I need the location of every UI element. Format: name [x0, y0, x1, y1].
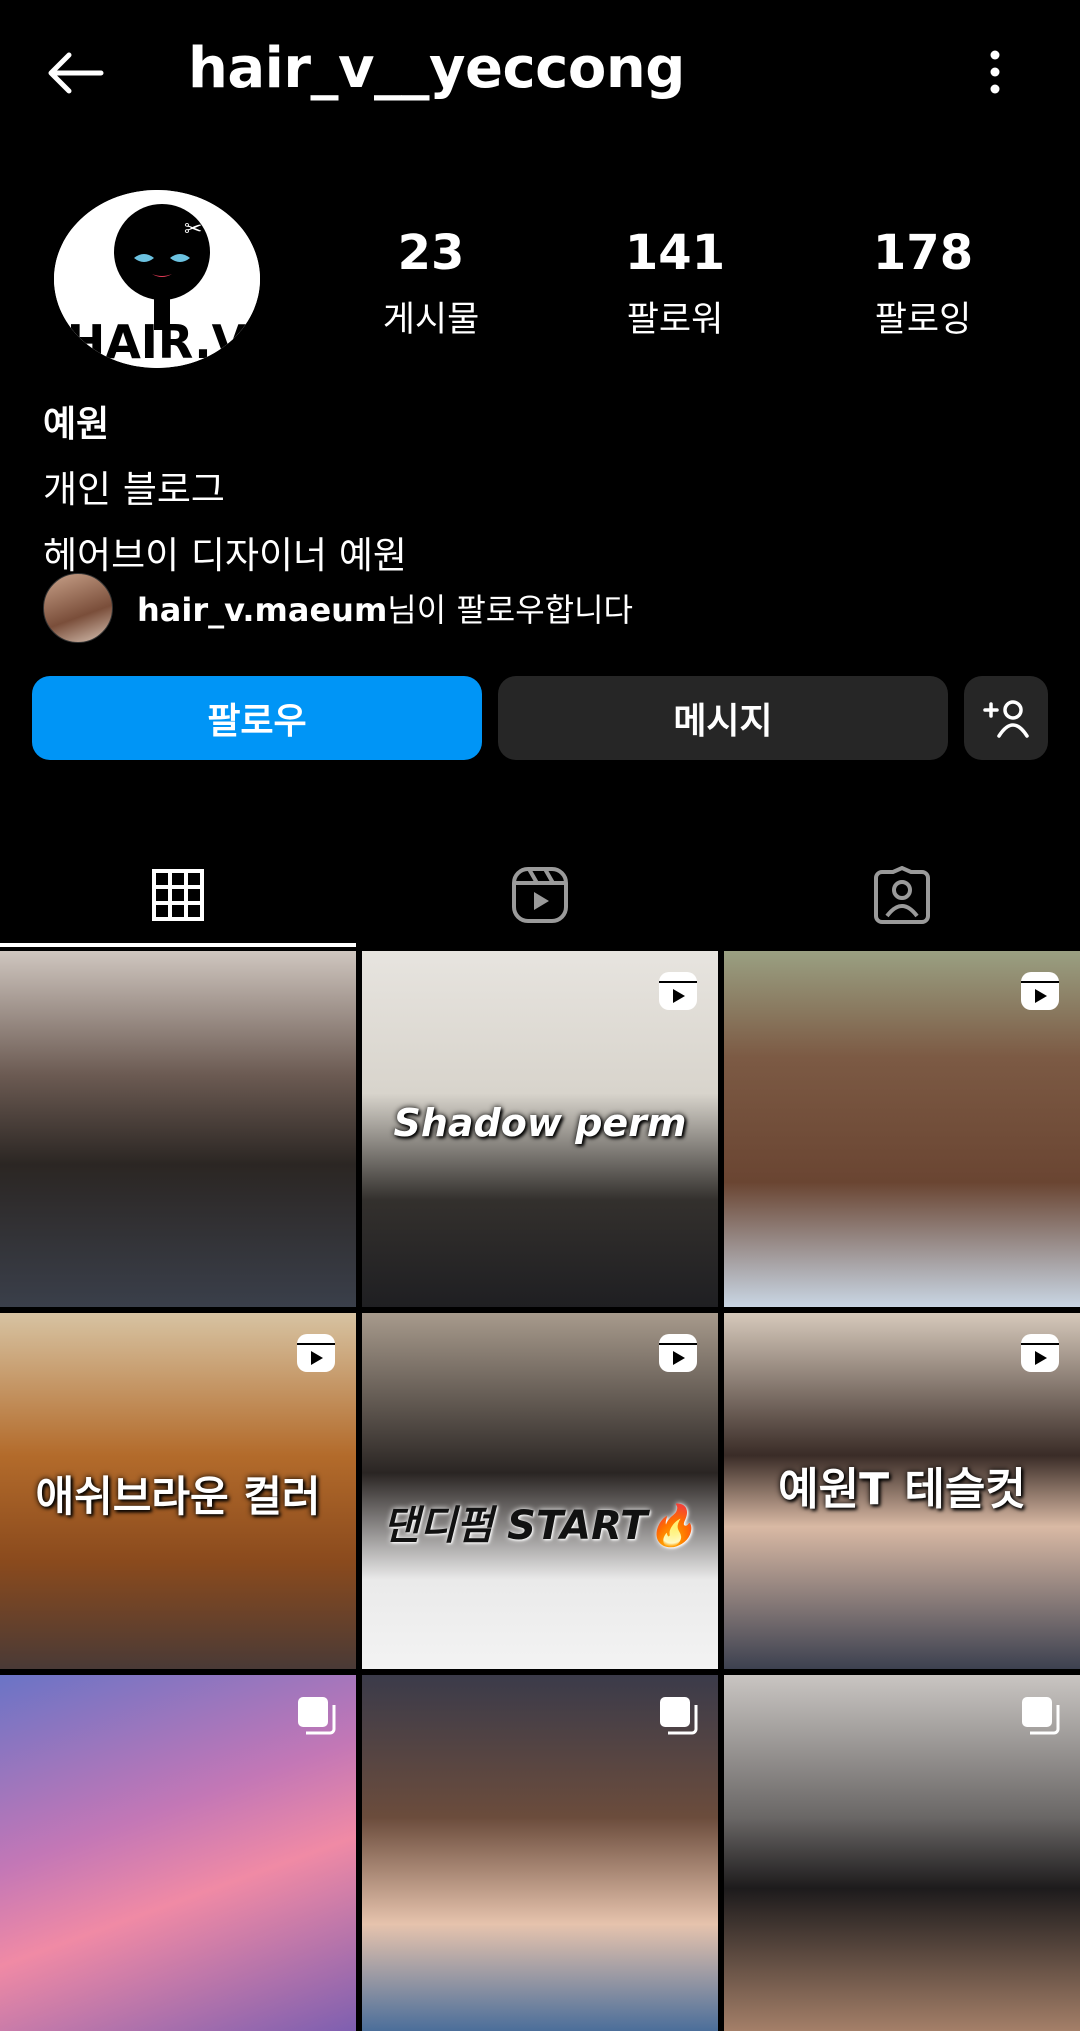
tab-posts[interactable]	[0, 845, 356, 945]
stat-label: 게시물	[382, 300, 480, 340]
followed-by-suffix: 님이 팔로우합니다	[387, 591, 633, 629]
stat-value: 23	[397, 225, 465, 281]
followed-by-text: hair_v.maeum님이 팔로우합니다	[137, 585, 633, 631]
profile-avatar[interactable]: ✂ HAIR.V	[54, 190, 260, 368]
avatar-logo-text: HAIR.V	[67, 315, 248, 368]
tagged-person-icon	[874, 866, 930, 924]
reel-icon	[297, 1334, 335, 1372]
posts-grid: Shadow perm 애쉬브라운 컬러 댄디펌 START🔥 예원T 테슬컷	[0, 951, 1080, 2031]
followed-by-row[interactable]: hair_v.maeum님이 팔로우합니다	[43, 573, 633, 643]
reel-icon	[659, 1334, 697, 1372]
stat-posts[interactable]: 23 게시물	[331, 225, 531, 342]
follower-avatar	[43, 573, 113, 643]
selected-tab-indicator	[0, 943, 356, 947]
grid-icon	[152, 869, 204, 921]
grid-post[interactable]	[0, 1675, 356, 2031]
profile-username: hair_v__yeccong	[188, 36, 685, 101]
tab-tagged[interactable]	[724, 845, 1080, 945]
follower-username: hair_v.maeum	[137, 591, 388, 629]
profile-bio: 예원 개인 블로그 헤어브이 디자이너 예원	[43, 395, 407, 579]
grid-post[interactable]	[362, 1675, 718, 2031]
carousel-icon	[298, 1697, 336, 1735]
message-button[interactable]: 메시지	[498, 676, 948, 760]
profile-tabs	[0, 845, 1080, 947]
grid-post[interactable]	[724, 1675, 1080, 2031]
stat-value: 141	[624, 225, 726, 281]
back-arrow-icon	[48, 52, 104, 94]
stat-value: 178	[872, 225, 974, 281]
post-overlay-text: 예원T 테슬컷	[778, 1464, 1026, 1515]
bio-line: 개인 블로그	[43, 468, 225, 511]
add-person-icon	[983, 700, 1029, 738]
hair-v-logo: ✂ HAIR.V	[54, 190, 260, 368]
grid-post[interactable]: Shadow perm	[362, 951, 718, 1307]
carousel-icon	[1022, 1697, 1060, 1735]
svg-text:✂: ✂	[184, 217, 202, 242]
grid-post[interactable]: 댄디펌 START🔥	[362, 1313, 718, 1669]
post-overlay-text: Shadow perm	[393, 1101, 687, 1145]
back-button[interactable]	[40, 45, 110, 101]
carousel-icon	[660, 1697, 698, 1735]
grid-post[interactable]: 애쉬브라운 컬러	[0, 1313, 356, 1669]
tab-reels[interactable]	[362, 845, 718, 945]
grid-post[interactable]	[724, 951, 1080, 1307]
stat-label: 팔로워	[626, 300, 724, 340]
post-overlay-text: 애쉬브라운 컬러	[35, 1472, 321, 1521]
profile-actions: 팔로우 메시지	[0, 676, 1080, 762]
stat-label: 팔로잉	[874, 300, 972, 340]
bio-line: 헤어브이 디자이너 예원	[43, 534, 407, 577]
reels-icon	[512, 867, 568, 923]
reel-icon	[1021, 1334, 1059, 1372]
reel-icon	[1021, 972, 1059, 1010]
follow-button[interactable]: 팔로우	[32, 676, 482, 760]
reel-icon	[659, 972, 697, 1010]
more-vertical-icon	[990, 50, 1000, 94]
post-overlay-text: 댄디펌 START🔥	[382, 1503, 698, 1549]
profile-display-name: 예원	[43, 404, 110, 445]
grid-post[interactable]	[0, 951, 356, 1307]
top-bar: hair_v__yeccong	[0, 0, 1080, 145]
stat-followers[interactable]: 141 팔로워	[575, 225, 775, 342]
grid-post[interactable]: 예원T 테슬컷	[724, 1313, 1080, 1669]
stat-following[interactable]: 178 팔로잉	[823, 225, 1023, 342]
suggested-users-button[interactable]	[964, 676, 1048, 760]
more-options-button[interactable]	[975, 40, 1015, 104]
